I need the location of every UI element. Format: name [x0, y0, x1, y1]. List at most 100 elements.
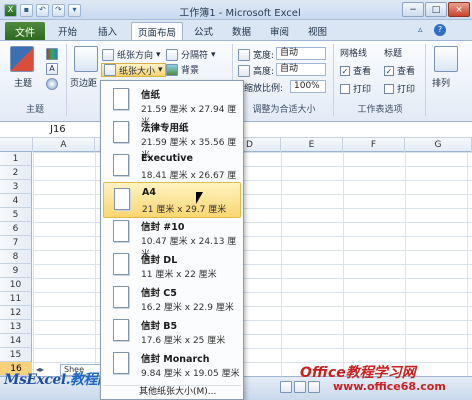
maximize-button[interactable]: □ [425, 2, 447, 17]
orientation-button[interactable]: 纸张方向 ▾ [102, 48, 161, 61]
watermark-right: Office教程学习网 [300, 365, 416, 381]
arrange-icon[interactable] [434, 46, 458, 72]
background-button[interactable]: 背景 [166, 63, 199, 76]
excel-logo-icon[interactable]: X [4, 3, 17, 17]
paper-size-option[interactable]: Executive18.41 厘米 x 26.67 厘米 [103, 149, 241, 194]
tab-file[interactable]: 文件 [5, 22, 45, 40]
option-size: 17.6 厘米 x 25 厘米 [141, 336, 226, 346]
name-box[interactable]: J16 [2, 123, 98, 137]
headings-label: 标题 [384, 49, 403, 59]
row-header[interactable]: 10 [0, 278, 32, 292]
theme-colors-icon[interactable] [46, 48, 58, 60]
column-header[interactable]: E [281, 138, 343, 152]
headings-view-checkbox[interactable]: ✓ 查看 [384, 64, 415, 77]
help-icon[interactable]: ? [434, 24, 446, 36]
normal-view-icon[interactable] [280, 381, 292, 393]
height-select[interactable]: 自动 [276, 63, 326, 76]
breaks-icon [166, 48, 178, 61]
theme-effects-icon[interactable] [46, 78, 58, 90]
column-header[interactable]: F [343, 138, 405, 152]
option-name: 信封 DL [141, 255, 178, 266]
headings-print-checkbox[interactable]: 打印 [384, 82, 415, 95]
size-button[interactable]: 纸张大小 ▾ [101, 63, 166, 77]
undo-icon[interactable]: ↶ [36, 3, 49, 17]
tab-formulas[interactable]: 公式 [188, 22, 219, 40]
row-header[interactable]: 5 [0, 208, 32, 222]
minimize-button[interactable]: − [402, 2, 424, 17]
option-size: 9.84 厘米 x 19.05 厘米 [141, 369, 240, 379]
gridlines-print-checkbox[interactable]: 打印 [340, 82, 371, 95]
tab-view[interactable]: 视图 [302, 22, 333, 40]
option-name: 法律专用纸 [141, 123, 189, 134]
gridlines-view-checkbox[interactable]: ✓ 查看 [340, 64, 371, 77]
ribbon-minimize-icon[interactable]: ▵ [418, 25, 430, 35]
row-header[interactable]: 1 [0, 152, 32, 166]
group-label-themes: 主题 [25, 105, 44, 115]
option-size: 11 厘米 x 22 厘米 [141, 270, 217, 280]
margins-button[interactable]: 页边距 [70, 76, 97, 89]
window-title: 工作簿1 - Microsoft Excel [179, 8, 301, 19]
row-header[interactable]: 4 [0, 194, 32, 208]
row-header[interactable]: 12 [0, 306, 32, 320]
tab-review[interactable]: 审阅 [264, 22, 295, 40]
row-header[interactable]: 14 [0, 334, 32, 348]
cell-grid[interactable] [33, 152, 472, 376]
width-control: 宽度: [238, 48, 274, 61]
column-header[interactable]: G [405, 138, 472, 152]
paper-size-option[interactable]: 信封 #10 10.47 厘米 x 24.13 厘米 [103, 215, 241, 260]
select-all-corner[interactable] [0, 138, 33, 152]
themes-button[interactable]: 主题 [14, 76, 32, 89]
row-header[interactable]: 8 [0, 250, 32, 264]
column-header[interactable]: A [33, 138, 95, 152]
tab-insert[interactable]: 插入 [92, 22, 123, 40]
row-header[interactable]: 13 [0, 320, 32, 334]
save-icon[interactable]: ▪ [20, 3, 33, 17]
paper-size-option[interactable]: 信封 B5 17.6 厘米 x 25 厘米 [103, 314, 241, 350]
option-size: 21 厘米 x 29.7 厘米 [142, 205, 227, 215]
breaks-label: 分隔符 [181, 51, 209, 61]
paper-size-option[interactable]: 信封 DL 11 厘米 x 22 厘米 [103, 248, 241, 284]
headings-view-label: 查看 [397, 67, 416, 77]
quick-access-toolbar: X ▪ ↶ ↷ ▾ [4, 3, 81, 17]
row-header[interactable]: 11 [0, 292, 32, 306]
margins-icon[interactable] [74, 46, 98, 72]
themes-icon[interactable] [10, 46, 34, 72]
background-label: 背景 [181, 66, 200, 76]
row-header[interactable]: 7 [0, 236, 32, 250]
paper-size-option[interactable]: 信封 Monarch 9.84 厘米 x 19.05 厘米 [103, 347, 241, 383]
row-header[interactable]: 6 [0, 222, 32, 236]
row-header[interactable]: 15 [0, 348, 32, 362]
customize-qat-icon[interactable]: ▾ [68, 3, 81, 17]
close-button[interactable]: × [448, 2, 470, 17]
mouse-pointer-icon [196, 192, 208, 204]
breaks-button[interactable]: 分隔符 ▾ [166, 48, 216, 61]
checkbox-unchecked-icon [340, 83, 350, 94]
paper-size-option[interactable]: 信纸 21.59 厘米 x 27.94 厘米 [103, 83, 241, 128]
option-name: A4 [142, 187, 156, 198]
row-header[interactable]: 9 [0, 264, 32, 278]
paper-size-option-highlighted[interactable]: A4 21 厘米 x 29.7 厘米 [103, 182, 241, 218]
width-select[interactable]: 自动 [276, 47, 326, 60]
page-break-view-icon[interactable] [308, 381, 320, 393]
page-layout-view-icon[interactable] [294, 381, 306, 393]
row-header[interactable]: 2 [0, 166, 32, 180]
redo-icon[interactable]: ↷ [52, 3, 65, 17]
paper-size-menu: 信纸 21.59 厘米 x 27.94 厘米 法律专用纸 21.59 厘米 x 35… [100, 80, 244, 400]
theme-fonts-icon[interactable]: A [46, 63, 58, 75]
paper-size-option[interactable]: 信封 C5 16.2 厘米 x 22.9 厘米 [103, 281, 241, 317]
option-name: 信封 #10 [141, 222, 185, 233]
paper-size-option[interactable]: 法律专用纸 21.59 厘米 x 35.56 厘米 [103, 116, 241, 161]
paper-icon [113, 88, 129, 110]
arrange-button[interactable]: 排列 [432, 76, 450, 89]
option-name: 信封 C5 [141, 288, 177, 299]
row-header[interactable]: 3 [0, 180, 32, 194]
more-paper-sizes-item[interactable]: 其他纸张大小(M)... [103, 385, 241, 399]
option-name: Executive [141, 153, 193, 164]
watermark-url: www.office68.com [333, 380, 446, 393]
tab-page-layout[interactable]: 页面布局 [131, 22, 184, 40]
gridlines-view-label: 查看 [353, 67, 372, 77]
tab-home[interactable]: 开始 [52, 22, 83, 40]
tab-data[interactable]: 数据 [226, 22, 257, 40]
scale-input[interactable]: 100% [290, 80, 326, 93]
orientation-icon [102, 48, 114, 61]
